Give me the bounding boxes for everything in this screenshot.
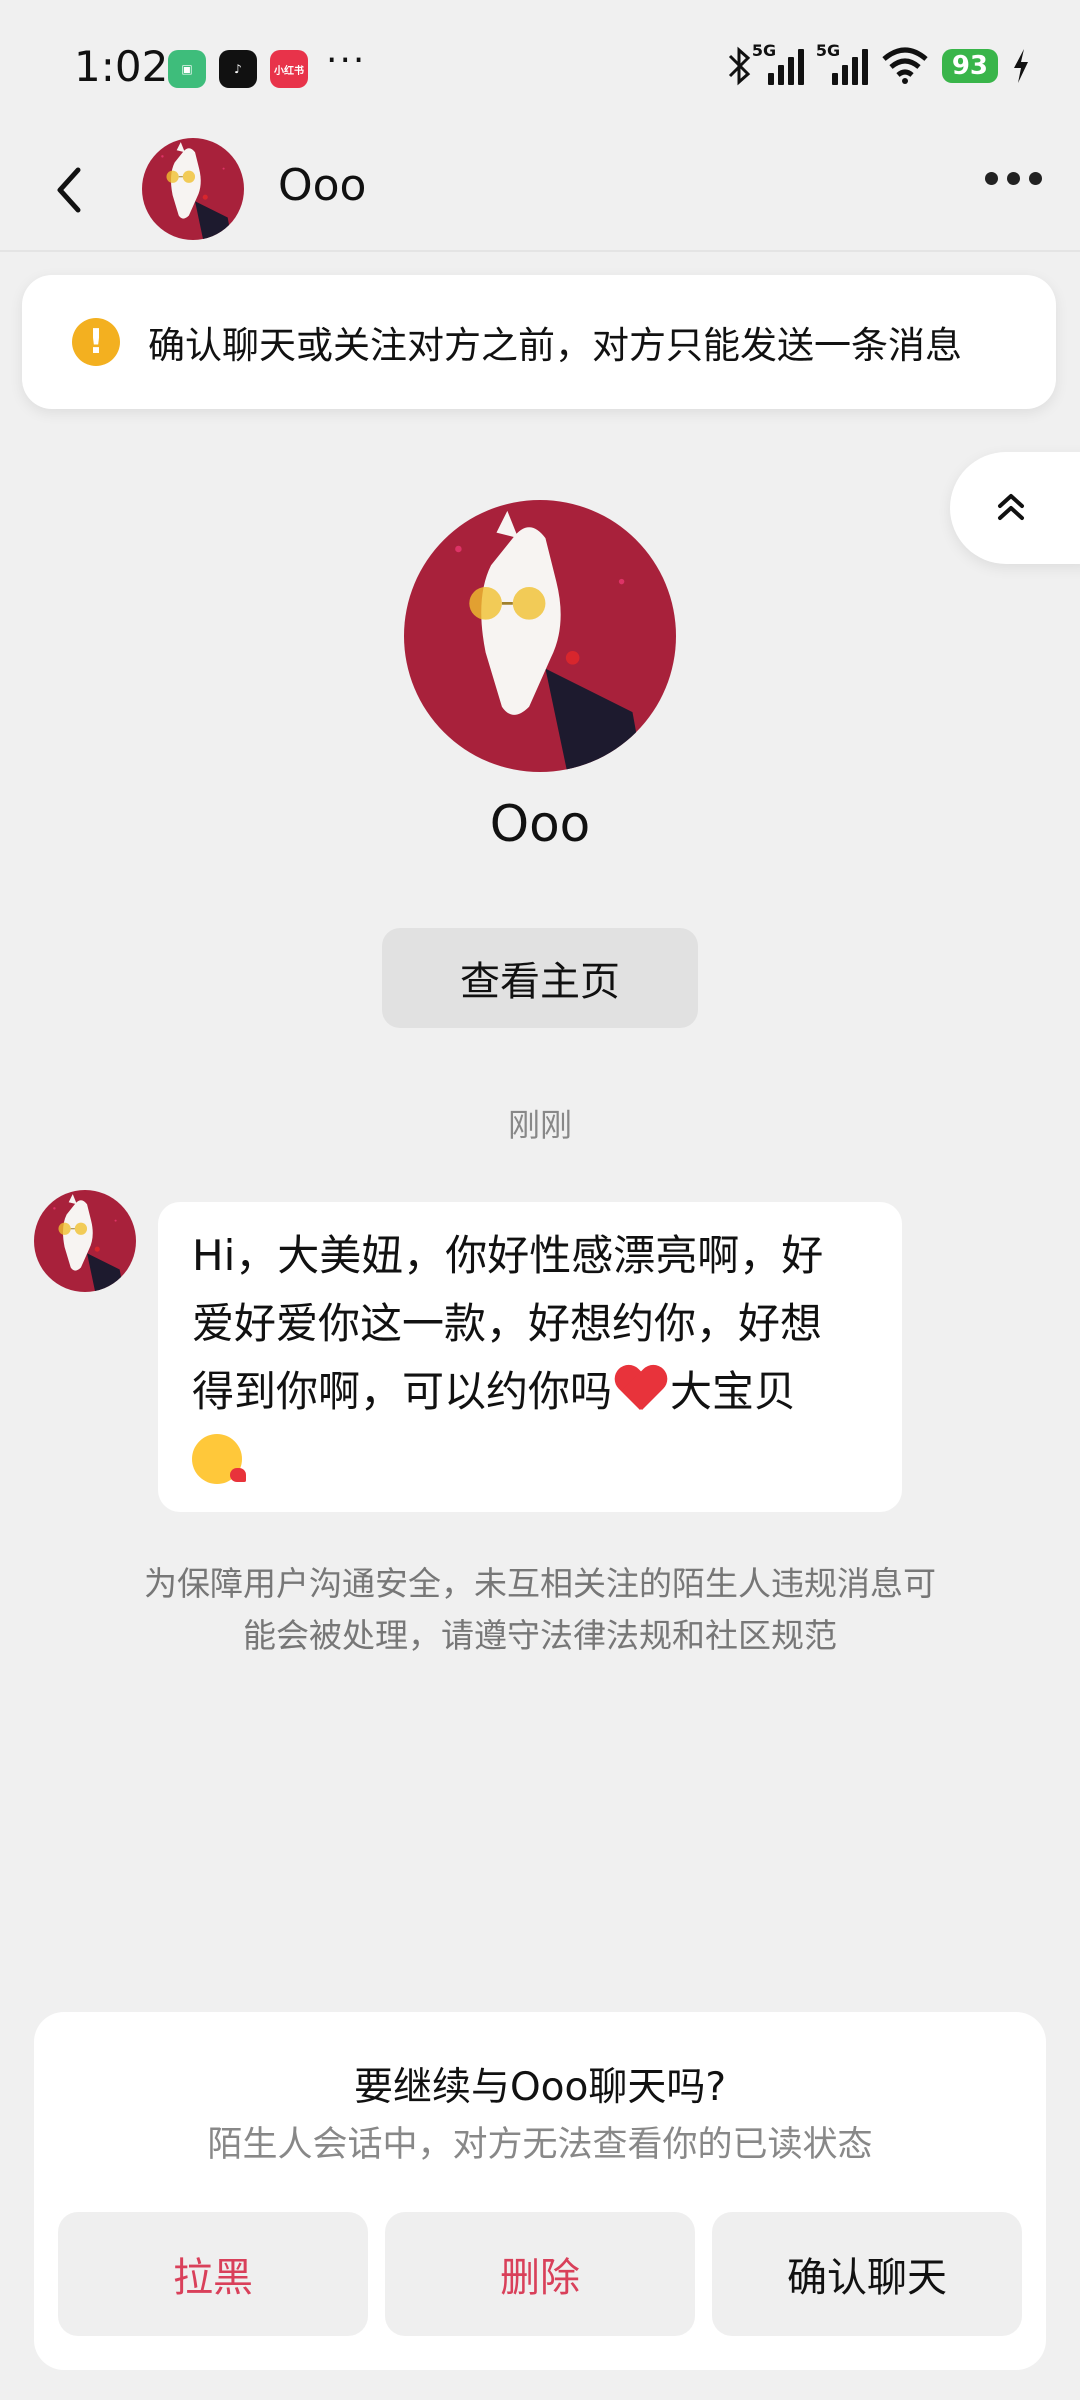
chat-header: Ooo (0, 130, 1080, 252)
message-bubble[interactable]: Hi，大美妞，你好性感漂亮啊，好 爱好爱你这一款，好想约你，好想 得到你啊，可以… (158, 1202, 902, 1512)
heart-emoji (614, 1364, 668, 1414)
message-line: 得到你啊，可以约你吗 大宝贝 (192, 1358, 868, 1426)
panel-subtitle: 陌生人会话中，对方无法查看你的已读状态 (207, 2125, 873, 2165)
kiss-emoji (192, 1434, 246, 1484)
warning-icon: ! (72, 318, 120, 366)
status-time: 1:02 (74, 42, 169, 91)
message-text: 得到你啊，可以约你吗 (192, 1367, 613, 1416)
header-avatar[interactable] (142, 138, 244, 240)
panel-title: 要继续与Ooo聊天吗? (353, 2065, 727, 2110)
message-line: 爱好爱你这一款，好想约你，好想 (192, 1299, 823, 1348)
block-button[interactable]: 拉黑 (58, 2212, 368, 2336)
double-chevron-up-icon (998, 494, 1024, 520)
signal-icon: 5G (816, 41, 868, 85)
network-type-label: 5G (751, 41, 777, 60)
profile-name: Ooo (489, 795, 591, 853)
notice-banner: ! 确认聊天或关注对方之前，对方只能发送一条消息 (22, 275, 1056, 409)
tiktok-app-icon: ♪ (219, 50, 257, 88)
message-text: 大宝贝 (670, 1367, 797, 1416)
delete-button[interactable]: 删除 (385, 2212, 695, 2336)
network-type-label: 5G (815, 41, 841, 60)
signal-icon: 5G (752, 41, 804, 85)
confirm-chat-button[interactable]: 确认聊天 (712, 2212, 1022, 2336)
message-line (192, 1426, 868, 1494)
contact-name[interactable]: Ooo (278, 160, 366, 211)
status-bar: 1:02 ▣ ♪ 小红书 ··· 5G 5G 93 (0, 0, 1080, 130)
back-icon[interactable] (50, 160, 90, 220)
continue-chat-panel: 要继续与Ooo聊天吗? 陌生人会话中，对方无法查看你的已读状态 拉黑 删除 确认… (34, 2012, 1046, 2370)
message-line: Hi，大美妞，你好性感漂亮啊，好 (192, 1231, 824, 1280)
view-profile-button[interactable]: 查看主页 (382, 928, 698, 1028)
battery-icon: 93 (941, 49, 998, 83)
charging-icon (1014, 49, 1028, 83)
scroll-top-button[interactable] (950, 452, 1080, 564)
sender-avatar[interactable] (34, 1190, 136, 1292)
status-indicators: 5G 5G 93 (724, 41, 1030, 86)
safety-notice: 为保障用户沟通安全，未互相关注的陌生人违规消息可能会被处理，请遵守法律法规和社区… (144, 1564, 936, 1655)
wifi-icon (882, 47, 928, 84)
notice-text: 确认聊天或关注对方之前，对方只能发送一条消息 (148, 324, 962, 367)
mi-home-app-icon: ▣ (168, 50, 206, 88)
xiaohongshu-app-icon: 小红书 (270, 50, 308, 88)
bluetooth-icon (728, 46, 750, 86)
message-timestamp: 刚刚 (507, 1106, 572, 1144)
more-options-icon[interactable] (985, 172, 1042, 185)
profile-avatar[interactable] (404, 500, 676, 772)
more-notifications-icon: ··· (326, 40, 367, 81)
